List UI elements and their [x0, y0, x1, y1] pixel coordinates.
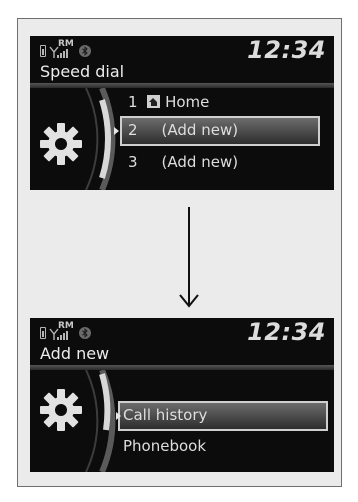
bluetooth-icon: [79, 45, 91, 57]
add-new-screen: RM 12:34 Add new Call history Phonebook: [30, 318, 334, 472]
bluetooth-icon: [79, 327, 91, 339]
speed-dial-screen: RM 12:34 Speed dial 1 Home 2 (Add new) 3…: [30, 36, 334, 190]
selection-pointer: [114, 127, 119, 135]
list-item-1[interactable]: 1 Home: [128, 93, 209, 111]
battery-icon: [40, 327, 46, 339]
list-item-call-history[interactable]: Call history: [123, 406, 207, 424]
list-item-phonebook[interactable]: Phonebook: [123, 437, 206, 455]
item-number: 1: [128, 93, 138, 111]
status-bar: RM: [40, 39, 91, 58]
battery-icon: [40, 45, 46, 57]
list-item-3[interactable]: 3 (Add new): [128, 153, 238, 171]
screen-title: Speed dial: [40, 62, 125, 81]
item-label: Home: [165, 93, 210, 111]
status-bar: RM: [40, 321, 91, 340]
item-label: (Add new): [161, 121, 239, 139]
signal-icon: RM: [49, 321, 75, 340]
gear-icon[interactable]: [38, 387, 84, 433]
down-arrow-icon: [179, 207, 199, 308]
list-item-2[interactable]: 2 (Add new): [128, 121, 238, 139]
clock: 12:34: [247, 318, 326, 346]
selection-pointer: [116, 412, 121, 420]
item-number: 2: [128, 121, 138, 139]
item-number: 3: [128, 153, 138, 171]
screen-title: Add new: [40, 344, 110, 363]
item-label: Phonebook: [123, 437, 207, 455]
item-label: Call history: [123, 406, 208, 424]
item-label: (Add new): [161, 153, 239, 171]
home-icon: [147, 95, 161, 108]
gear-icon[interactable]: [38, 121, 84, 167]
signal-icon: RM: [49, 39, 75, 58]
clock: 12:34: [247, 36, 326, 64]
